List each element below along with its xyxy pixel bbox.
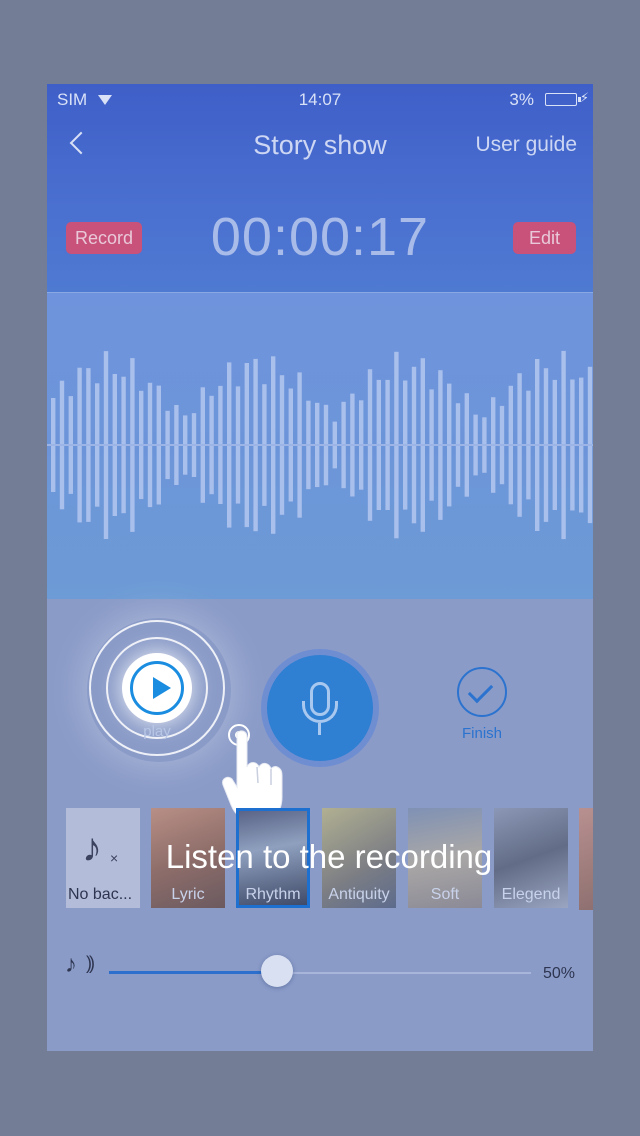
nav-bar: Story show User guide: [47, 122, 593, 172]
volume-slider-fill: [109, 971, 277, 974]
charging-icon: ⚡: [579, 90, 589, 105]
battery-icon: [545, 93, 581, 106]
volume-slider-knob[interactable]: [261, 955, 293, 987]
volume-slider[interactable]: [109, 971, 531, 974]
record-row: Record 00:00:17 Edit: [47, 204, 593, 274]
edit-button[interactable]: Edit: [512, 222, 576, 254]
header: SIM 14:07 3% ⚡ Story show User guide Rec…: [47, 84, 593, 292]
user-guide-link[interactable]: User guide: [475, 133, 577, 157]
music-item-label: Soft: [430, 886, 460, 903]
music-item-label: Lyric: [171, 886, 205, 903]
volume-value: 50%: [542, 965, 575, 982]
microphone-icon-stand: [302, 701, 338, 723]
finish-label[interactable]: Finish: [447, 725, 517, 742]
waveform-area: [47, 292, 593, 599]
status-bar: SIM 14:07 3% ⚡: [47, 84, 593, 114]
app-screen: SIM 14:07 3% ⚡ Story show User guide Rec…: [47, 84, 593, 1051]
music-item-label: Rhythm: [245, 886, 301, 903]
play-button[interactable]: [122, 653, 192, 723]
music-item-label: Elegend: [501, 886, 561, 903]
controls: play Finish: [47, 599, 593, 824]
check-icon: [467, 677, 494, 704]
music-volume-icon: ♪: [65, 951, 77, 978]
finish-button[interactable]: [457, 667, 507, 717]
play-icon-ring: [130, 661, 184, 715]
recording-timer: 00:00:17: [210, 207, 430, 267]
battery-percent: 3%: [509, 90, 534, 109]
sound-waves-icon: )): [86, 953, 95, 973]
music-item-label: No bac...: [68, 886, 133, 903]
waveform-baseline: [47, 444, 593, 446]
play-icon: [153, 677, 171, 699]
microphone-icon-stem: [318, 723, 321, 735]
volume-row: ♪ )) 50%: [47, 944, 593, 987]
guide-caption: Listen to the recording: [165, 838, 493, 875]
music-item-label: Antiquity: [328, 886, 390, 903]
play-label: play: [143, 723, 171, 740]
